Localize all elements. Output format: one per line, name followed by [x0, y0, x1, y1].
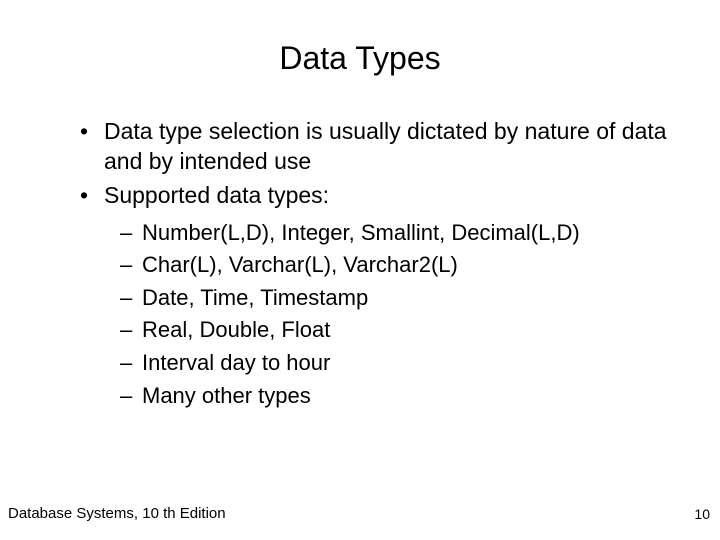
bullet-icon: • [80, 117, 88, 147]
bullet-item: • Supported data types: [80, 181, 670, 211]
sub-bullet-text: Interval day to hour [142, 350, 330, 375]
dash-icon: – [120, 219, 132, 248]
dash-icon: – [120, 284, 132, 313]
dash-icon: – [120, 382, 132, 411]
sub-bullet-text: Char(L), Varchar(L), Varchar2(L) [142, 252, 458, 277]
bullet-icon: • [80, 181, 88, 211]
bullet-text: Supported data types: [104, 182, 329, 208]
sub-bullet-item: – Many other types [120, 382, 670, 411]
sub-bullet-item: – Interval day to hour [120, 349, 670, 378]
sub-bullet-item: – Date, Time, Timestamp [120, 284, 670, 313]
bullet-list: • Data type selection is usually dictate… [50, 117, 670, 410]
dash-icon: – [120, 251, 132, 280]
sub-bullet-item: – Real, Double, Float [120, 316, 670, 345]
sub-bullet-item: – Number(L,D), Integer, Smallint, Decima… [120, 219, 670, 248]
sub-bullet-text: Real, Double, Float [142, 317, 330, 342]
sub-bullet-item: – Char(L), Varchar(L), Varchar2(L) [120, 251, 670, 280]
dash-icon: – [120, 316, 132, 345]
sub-bullet-text: Number(L,D), Integer, Smallint, Decimal(… [142, 220, 580, 245]
slide: Data Types • Data type selection is usua… [0, 0, 720, 540]
sub-bullet-list: – Number(L,D), Integer, Smallint, Decima… [80, 219, 670, 411]
sub-bullet-text: Date, Time, Timestamp [142, 285, 368, 310]
footer-source: Database Systems, 10 th Edition [8, 505, 226, 522]
bullet-item: • Data type selection is usually dictate… [80, 117, 670, 177]
dash-icon: – [120, 349, 132, 378]
sub-bullet-text: Many other types [142, 383, 311, 408]
slide-title: Data Types [50, 40, 670, 77]
bullet-text: Data type selection is usually dictated … [104, 118, 667, 174]
page-number: 10 [694, 506, 710, 522]
